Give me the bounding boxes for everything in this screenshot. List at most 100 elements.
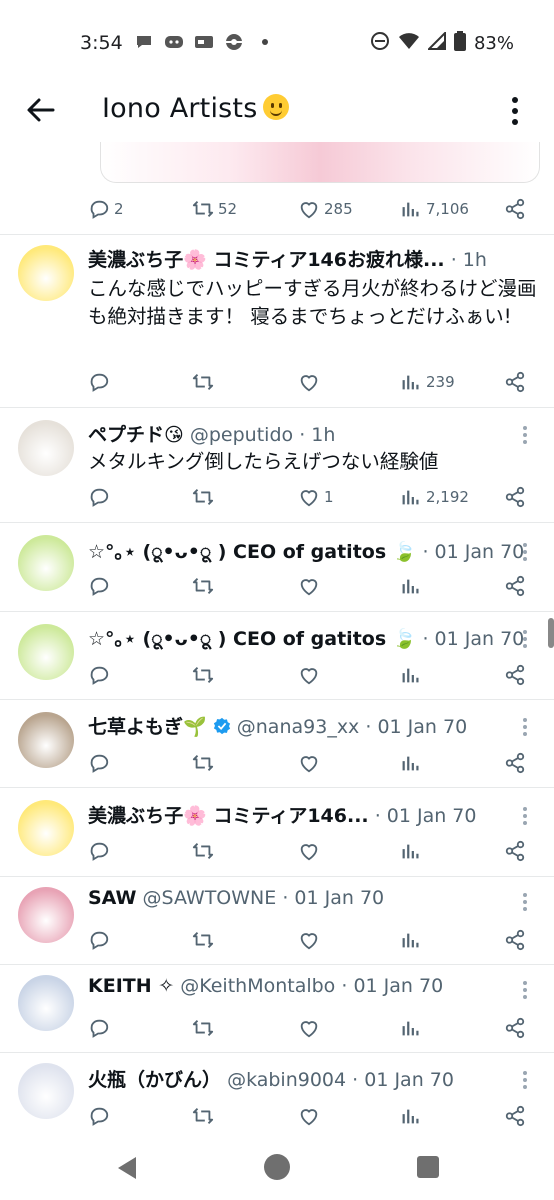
like-button[interactable] — [298, 367, 324, 397]
like-button[interactable] — [298, 836, 324, 866]
nav-recents-icon[interactable] — [417, 1156, 439, 1178]
retweet-button[interactable] — [192, 925, 218, 955]
reply-button[interactable] — [88, 1013, 114, 1043]
display-name[interactable]: 美濃ぶち子🌸 コミティア146... — [88, 805, 369, 827]
views-button[interactable]: 239 — [400, 367, 455, 397]
reply-button[interactable] — [88, 571, 114, 601]
tweet-item[interactable]: ☆°｡⋆ (ू•ᴗ•ू ) CEO of gatitos 🍃 · 01 Jan … — [0, 523, 554, 611]
retweet-button[interactable] — [192, 482, 218, 512]
avatar[interactable] — [18, 887, 74, 943]
tweet-item[interactable]: ペプチド😘 @peputido · 1h メタルキング倒したらえげつない経験値 1 2… — [0, 408, 554, 522]
user-handle[interactable]: @KeithMontalbo — [180, 975, 335, 997]
tweet-actions — [88, 571, 538, 601]
views-button[interactable] — [400, 1013, 426, 1043]
reply-button[interactable] — [88, 482, 114, 512]
like-button[interactable] — [298, 571, 324, 601]
tweet-time: · 01 Jan 70 — [422, 628, 525, 650]
retweet-button[interactable] — [192, 1013, 218, 1043]
avatar[interactable] — [18, 1063, 74, 1119]
display-name[interactable]: SAW — [88, 887, 137, 909]
share-button[interactable] — [504, 925, 526, 955]
like-button[interactable] — [298, 1013, 324, 1043]
tweet-more-icon[interactable] — [520, 1071, 530, 1091]
share-button[interactable] — [504, 194, 526, 224]
tweet-more-icon[interactable] — [520, 893, 530, 913]
avatar[interactable] — [18, 535, 74, 591]
display-name[interactable]: ペプチド😘 — [88, 424, 184, 446]
views-button[interactable] — [400, 925, 426, 955]
views-button[interactable] — [400, 1101, 426, 1131]
reply-button[interactable] — [88, 748, 114, 778]
display-name[interactable]: ☆°｡⋆ (ू•ᴗ•ू ) CEO of gatitos 🍃 — [88, 541, 416, 563]
display-name[interactable]: 七草よもぎ🌱 — [88, 716, 207, 738]
tweet-item[interactable]: SAW @SAWTOWNE · 01 Jan 70 — [0, 877, 554, 964]
avatar[interactable] — [18, 245, 74, 301]
tweet-item[interactable]: ☆°｡⋆ (ू•ᴗ•ू ) CEO of gatitos 🍃 · 01 Jan … — [0, 612, 554, 699]
avatar[interactable] — [18, 712, 74, 768]
views-button[interactable] — [400, 660, 426, 690]
like-button[interactable]: 1 — [298, 482, 334, 512]
avatar[interactable] — [18, 420, 74, 476]
share-button[interactable] — [504, 367, 526, 397]
nav-home-icon[interactable] — [264, 1154, 290, 1180]
reply-button[interactable] — [88, 925, 114, 955]
nav-back-icon[interactable] — [116, 1155, 138, 1181]
avatar[interactable] — [18, 624, 74, 680]
reply-button[interactable] — [88, 367, 114, 397]
like-button[interactable] — [298, 748, 324, 778]
views-button[interactable] — [400, 836, 426, 866]
reply-button[interactable] — [88, 836, 114, 866]
display-name[interactable]: ☆°｡⋆ (ू•ᴗ•ू ) CEO of gatitos 🍃 — [88, 628, 416, 650]
tweet-item[interactable]: 美濃ぶち子🌸 コミティア146... · 01 Jan 70 — [0, 788, 554, 876]
user-handle[interactable]: @SAWTOWNE — [143, 887, 277, 909]
retweet-button[interactable] — [192, 748, 218, 778]
reply-button[interactable]: 2 — [88, 194, 124, 224]
like-button[interactable] — [298, 1101, 324, 1131]
display-name[interactable]: 美濃ぶち子🌸 コミティア146お疲れ様... — [88, 249, 445, 271]
tweet-more-icon[interactable] — [520, 718, 530, 738]
like-button[interactable] — [298, 925, 324, 955]
tweet-item[interactable]: KEITH ✧ @KeithMontalbo · 01 Jan 70 — [0, 965, 554, 1052]
overflow-menu-icon[interactable] — [500, 94, 530, 128]
share-button[interactable] — [504, 482, 526, 512]
share-button[interactable] — [504, 571, 526, 601]
retweet-button[interactable] — [192, 367, 218, 397]
tweet-item[interactable]: 七草よもぎ🌱 @nana93_xx · 01 Jan 70 — [0, 700, 554, 787]
tweet-more-icon[interactable] — [520, 630, 530, 650]
retweet-button[interactable] — [192, 571, 218, 601]
tweet-item[interactable]: 火瓶（かびん） @kabin9004 · 01 Jan 70 — [0, 1053, 554, 1133]
like-button[interactable]: 285 — [298, 194, 353, 224]
display-name[interactable]: KEITH ✧ — [88, 975, 174, 997]
retweet-button[interactable] — [192, 1101, 218, 1131]
reply-button[interactable] — [88, 1101, 114, 1131]
avatar[interactable] — [18, 800, 74, 856]
user-handle[interactable]: @peputido — [190, 424, 293, 446]
retweet-button[interactable]: 52 — [192, 194, 237, 224]
share-icon — [505, 486, 525, 508]
share-button[interactable] — [504, 660, 526, 690]
share-button[interactable] — [504, 1101, 526, 1131]
tweet-more-icon[interactable] — [520, 426, 530, 446]
views-button[interactable]: 7,106 — [400, 194, 469, 224]
tweet-more-icon[interactable] — [520, 981, 530, 1001]
user-handle[interactable]: @nana93_xx — [237, 716, 360, 738]
tweet-media-image[interactable] — [100, 142, 540, 183]
tweet-more-icon[interactable] — [520, 543, 530, 563]
tweet-item[interactable]: 美濃ぶち子🌸 コミティア146お疲れ様... · 1h こんな感じでハッピーすぎる… — [0, 235, 554, 407]
views-button[interactable] — [400, 571, 426, 601]
views-button[interactable] — [400, 748, 426, 778]
display-name[interactable]: 火瓶（かびん） — [88, 1069, 221, 1091]
back-arrow-icon[interactable] — [22, 92, 58, 128]
retweet-button[interactable] — [192, 660, 218, 690]
user-handle[interactable]: @kabin9004 — [227, 1069, 346, 1091]
views-button[interactable]: 2,192 — [400, 482, 469, 512]
tweet-more-icon[interactable] — [520, 807, 530, 827]
share-button[interactable] — [504, 836, 526, 866]
scrollbar[interactable] — [548, 618, 554, 648]
avatar[interactable] — [18, 975, 74, 1031]
share-button[interactable] — [504, 748, 526, 778]
share-button[interactable] — [504, 1013, 526, 1043]
retweet-button[interactable] — [192, 836, 218, 866]
like-button[interactable] — [298, 660, 324, 690]
reply-button[interactable] — [88, 660, 114, 690]
